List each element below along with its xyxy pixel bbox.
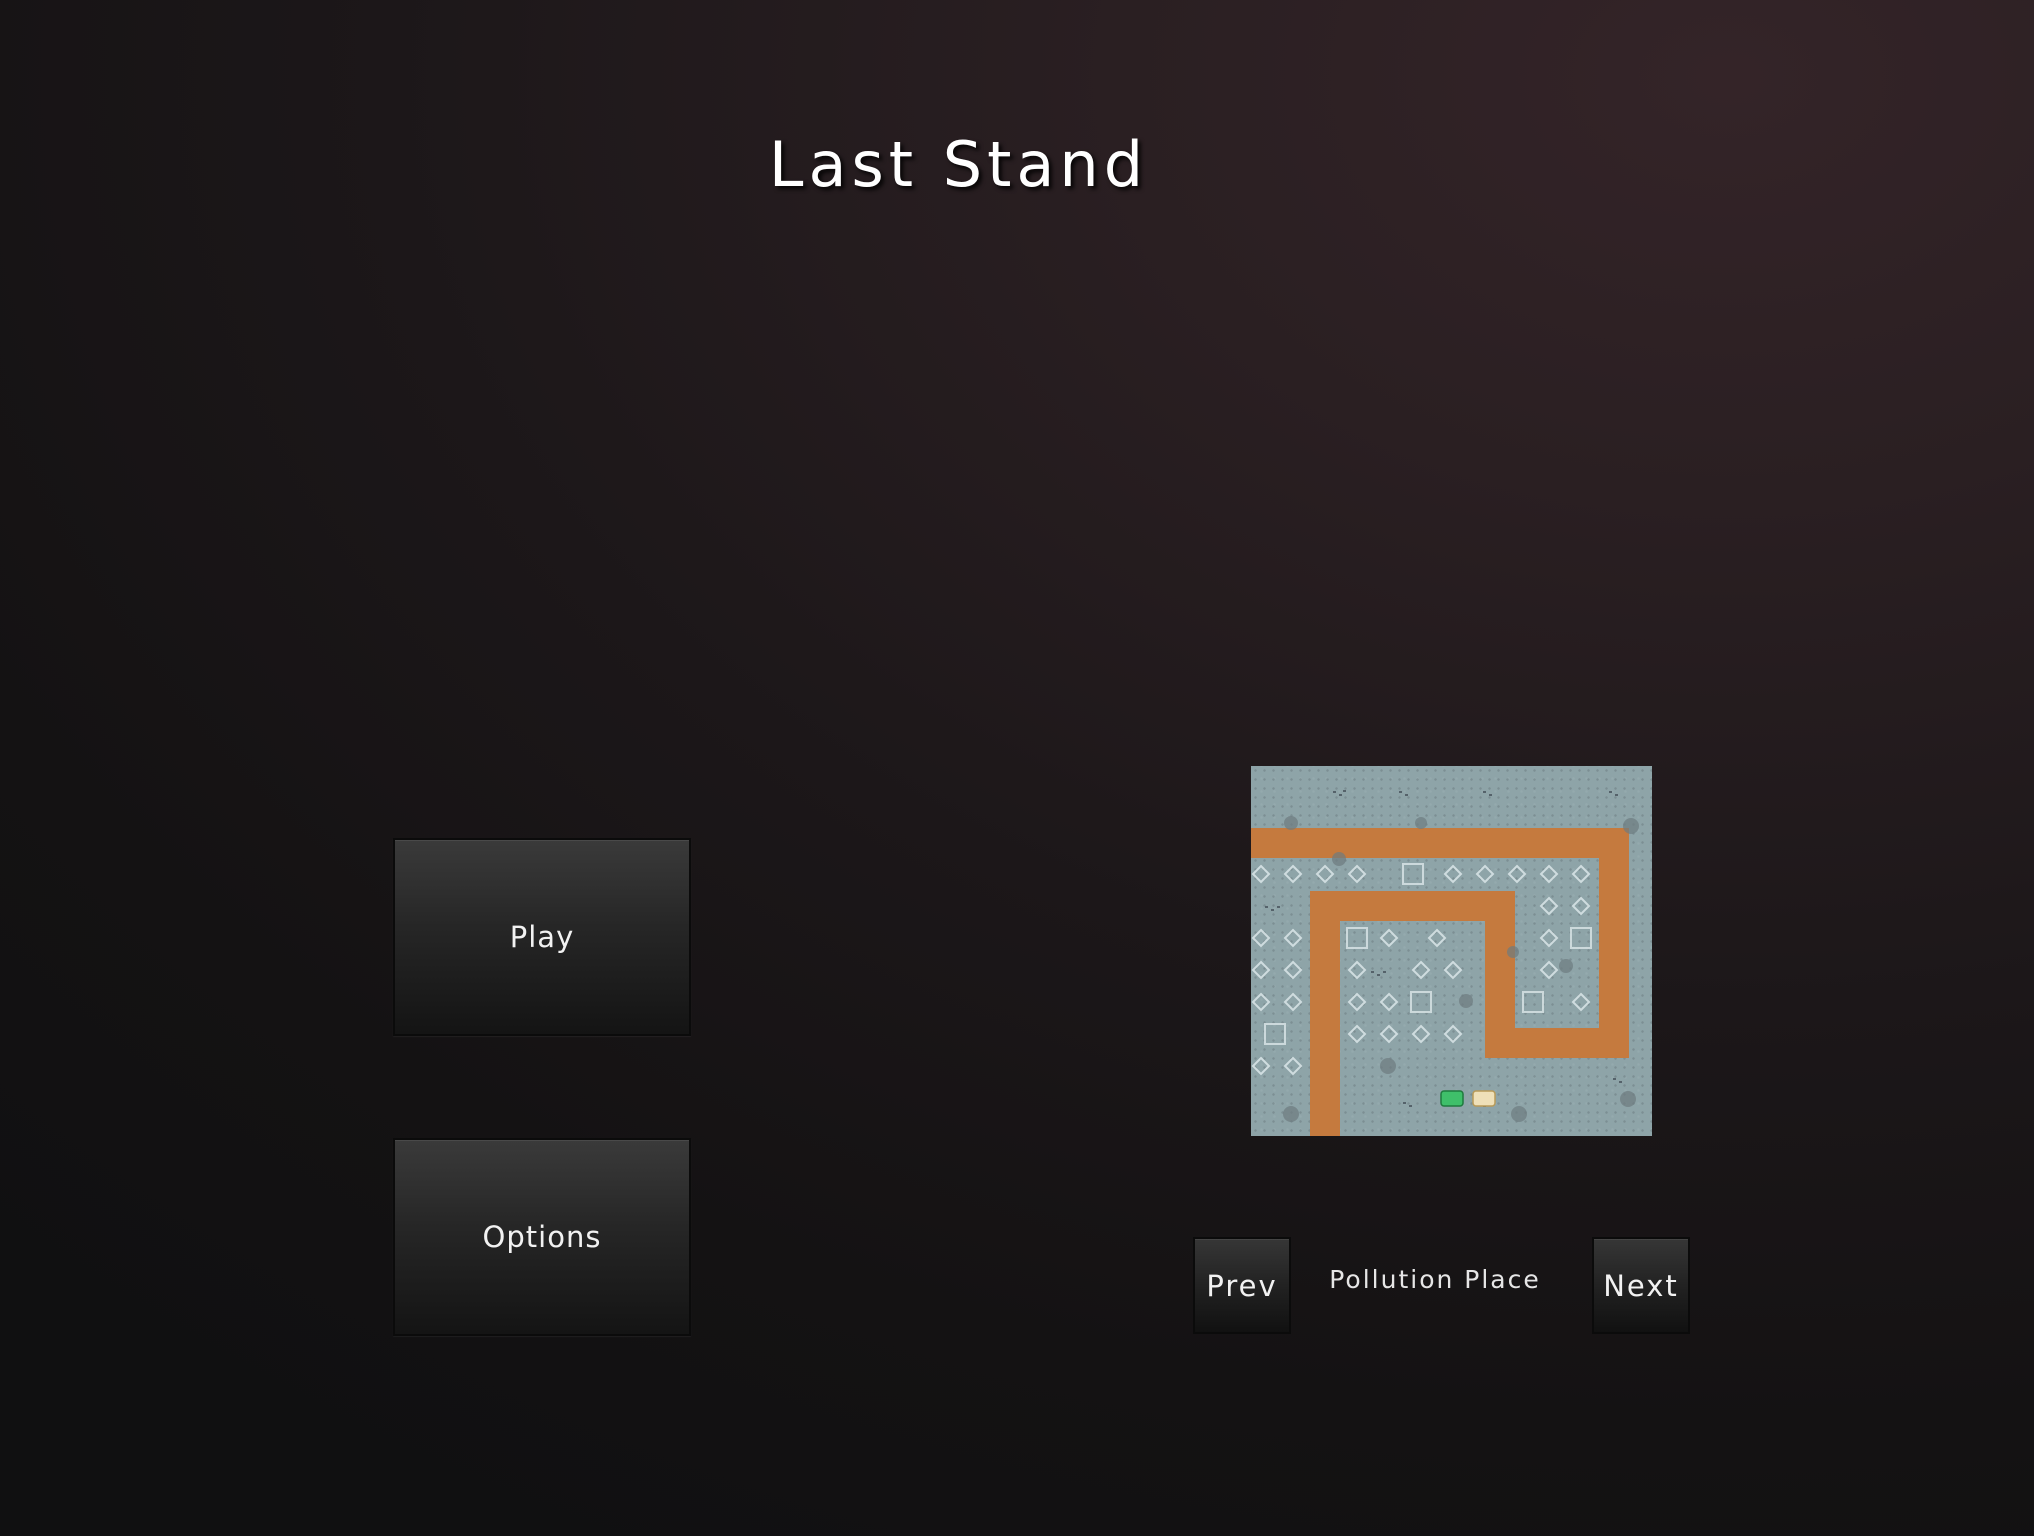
green-tower-icon [1440,1090,1464,1107]
play-button[interactable]: Play [393,838,691,1036]
cream-tower-icon [1472,1090,1496,1107]
prev-map-button[interactable]: Prev [1193,1237,1291,1334]
options-button[interactable]: Options [393,1138,691,1336]
game-title: Last Stand [768,128,1149,201]
map-name-label: Pollution Place [1329,1265,1541,1294]
map-preview-image [1251,766,1652,1136]
next-map-button[interactable]: Next [1592,1237,1690,1334]
